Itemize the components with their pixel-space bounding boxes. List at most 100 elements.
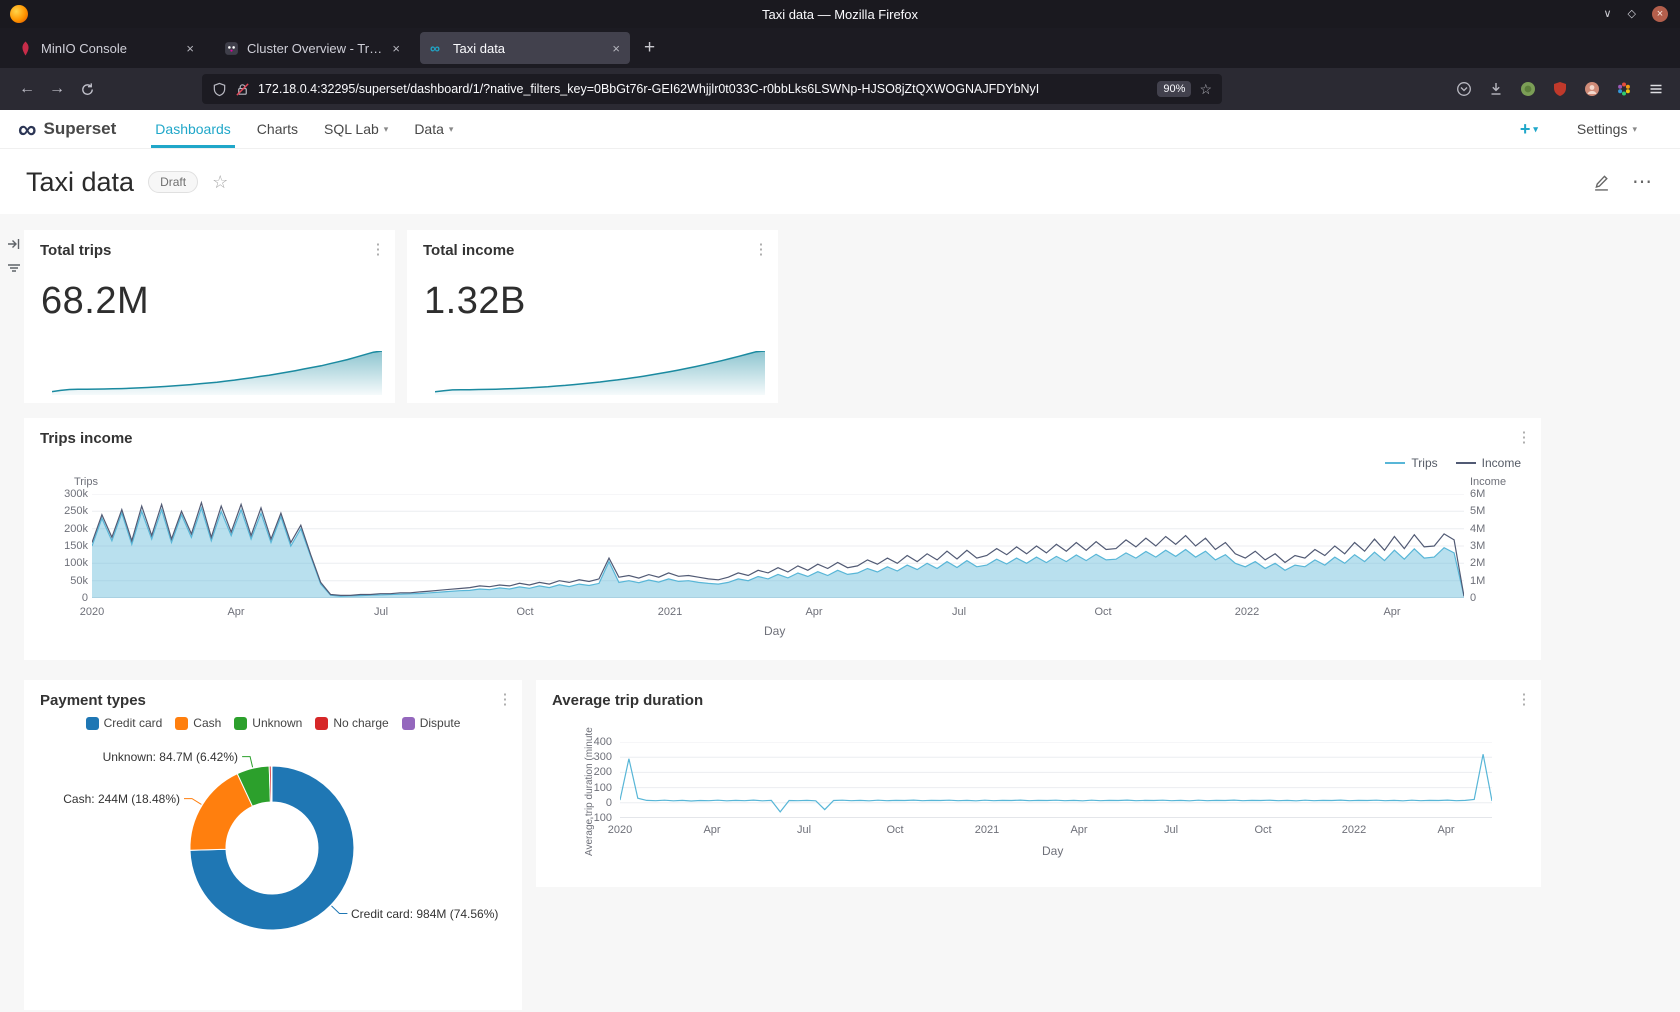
tab-close-icon[interactable]: × xyxy=(392,41,400,56)
dashboard-header-actions: ⋯ xyxy=(1593,174,1654,191)
trips-income-plot[interactable] xyxy=(92,494,1464,598)
axis-tick-label: 400 xyxy=(582,736,612,748)
plus-icon: + xyxy=(1520,119,1531,140)
legend-swatch xyxy=(175,717,188,730)
chart-title: Average trip duration xyxy=(552,692,703,709)
chart-card-payment-types: Payment types ⋮ Credit card Cash Unknown No… xyxy=(24,680,522,1010)
back-button[interactable]: ← xyxy=(12,75,42,103)
expand-filter-bar-icon[interactable] xyxy=(6,236,22,257)
nav-sql-lab[interactable]: SQL Lab ▾ xyxy=(324,110,388,148)
chevron-down-icon: ▾ xyxy=(449,124,454,135)
dashboard-menu-icon[interactable]: ⋯ xyxy=(1632,177,1652,187)
favorite-star-icon[interactable]: ☆ xyxy=(212,172,228,193)
axis-tick-label: 150k xyxy=(44,540,88,552)
chart-card-trips-income: Trips income ⋮ Trips Income Trips Income… xyxy=(24,418,1541,660)
axis-tick-label: Jul xyxy=(1141,824,1201,836)
downloads-icon[interactable] xyxy=(1488,81,1504,97)
settings-label: Settings xyxy=(1577,121,1628,137)
ublock-shield-icon[interactable] xyxy=(1552,81,1568,97)
superset-brand-name: Superset xyxy=(44,119,117,139)
window-close-icon[interactable]: × xyxy=(1652,6,1668,22)
axis-tick-label: Apr xyxy=(1362,606,1422,618)
toolbar-extensions-area xyxy=(1456,81,1668,97)
reload-button[interactable] xyxy=(72,75,102,103)
window-controls: ∨ ◇ × xyxy=(1603,0,1668,28)
chart-options-icon[interactable]: ⋮ xyxy=(367,240,389,258)
legend-label: Unknown xyxy=(252,716,302,730)
legend-item-trips[interactable]: Trips xyxy=(1385,456,1437,470)
bookmark-star-icon[interactable]: ☆ xyxy=(1199,81,1212,98)
axis-tick-label: 2020 xyxy=(590,824,650,836)
chart-options-icon[interactable]: ⋮ xyxy=(1513,690,1535,708)
legend-item[interactable]: Cash xyxy=(175,716,221,730)
axis-tick-label: Apr xyxy=(206,606,266,618)
y-axis-name: Trips xyxy=(54,476,98,488)
chart-options-icon[interactable]: ⋮ xyxy=(1513,428,1535,446)
payment-types-donut[interactable] xyxy=(24,740,522,1010)
chevron-down-icon: ▾ xyxy=(384,124,389,135)
chart-options-icon[interactable]: ⋮ xyxy=(750,240,772,258)
legend-item[interactable]: Unknown xyxy=(234,716,302,730)
nav-label: Charts xyxy=(257,121,298,137)
url-bar[interactable]: 172.18.0.4:32295/superset/dashboard/1/?n… xyxy=(202,74,1222,104)
legend-item[interactable]: Credit card xyxy=(86,716,163,730)
total-trips-sparkline xyxy=(52,351,382,395)
pocket-icon[interactable] xyxy=(1456,81,1472,97)
axis-tick-label: Jul xyxy=(351,606,411,618)
chart-options-icon[interactable]: ⋮ xyxy=(494,690,516,708)
filter-lines-icon[interactable] xyxy=(6,260,22,281)
edit-dashboard-pencil-icon[interactable] xyxy=(1593,174,1610,191)
chevron-down-icon: ▾ xyxy=(1632,124,1637,135)
extension-pinwheel-icon[interactable] xyxy=(1616,81,1632,97)
axis-tick-label: 300k xyxy=(44,488,88,500)
x-axis-title: Day xyxy=(1042,844,1063,858)
axis-tick-label: 2021 xyxy=(640,606,700,618)
axis-tick-label: 50k xyxy=(44,575,88,587)
new-item-button[interactable]: + ▾ xyxy=(1520,119,1538,140)
donut-slice-dispute[interactable] xyxy=(271,766,272,802)
nav-charts[interactable]: Charts xyxy=(257,110,298,148)
legend-swatch xyxy=(86,717,99,730)
chart-legend: Credit card Cash Unknown No charge Dispute xyxy=(24,716,522,730)
tab-close-icon[interactable]: × xyxy=(186,41,194,56)
tab-close-icon[interactable]: × xyxy=(612,41,620,56)
profile-avatar-icon[interactable] xyxy=(1584,81,1600,97)
axis-tick-label: Apr xyxy=(1049,824,1109,836)
tracking-protection-shield-icon[interactable] xyxy=(212,82,227,97)
legend-item[interactable]: No charge xyxy=(315,716,388,730)
axis-tick-label: Apr xyxy=(682,824,742,836)
window-titlebar[interactable]: Taxi data — Mozilla Firefox ∨ ◇ × xyxy=(0,0,1680,28)
nav-dashboards[interactable]: Dashboards xyxy=(155,110,231,148)
big-number-value: 68.2M xyxy=(41,280,149,323)
legend-item-income[interactable]: Income xyxy=(1456,456,1521,470)
tab-taxi-data[interactable]: ∞ Taxi data × xyxy=(420,32,630,64)
superset-logo[interactable]: ∞ Superset xyxy=(18,119,116,140)
window-maximize-icon[interactable]: ◇ xyxy=(1628,9,1636,20)
menu-hamburger-icon[interactable] xyxy=(1648,81,1664,97)
total-income-sparkline xyxy=(435,351,765,395)
axis-tick-label: 2021 xyxy=(957,824,1017,836)
forward-button[interactable]: → xyxy=(42,75,72,103)
extension-badger-icon[interactable] xyxy=(1520,81,1536,97)
minio-favicon xyxy=(18,41,33,56)
settings-menu[interactable]: Settings ▾ xyxy=(1577,110,1637,148)
superset-favicon: ∞ xyxy=(430,41,445,56)
tab-minio-console[interactable]: MinIO Console × xyxy=(8,32,204,64)
nav-data[interactable]: Data ▾ xyxy=(414,110,453,148)
nav-label: Data xyxy=(414,121,444,137)
window-minimize-icon[interactable]: ∨ xyxy=(1603,9,1611,20)
zoom-indicator[interactable]: 90% xyxy=(1157,81,1191,97)
chart-card-total-trips: Total trips ⋮ 68.2M xyxy=(24,230,395,403)
avg-trip-duration-plot[interactable] xyxy=(620,742,1492,818)
new-tab-button[interactable]: + xyxy=(644,37,655,59)
chart-title: Payment types xyxy=(40,692,146,709)
window-title: Taxi data — Mozilla Firefox xyxy=(0,7,1680,22)
tab-trino[interactable]: Cluster Overview - Trino × xyxy=(214,32,410,64)
chart-card-avg-trip-duration: Average trip duration ⋮ Average trip dur… xyxy=(536,680,1541,887)
insecure-lock-icon[interactable] xyxy=(235,82,250,97)
legend-item[interactable]: Dispute xyxy=(402,716,461,730)
legend-swatch xyxy=(234,717,247,730)
tab-label: Taxi data xyxy=(453,41,604,56)
chart-title: Total trips xyxy=(40,242,111,259)
url-text[interactable]: 172.18.0.4:32295/superset/dashboard/1/?n… xyxy=(258,82,1039,96)
